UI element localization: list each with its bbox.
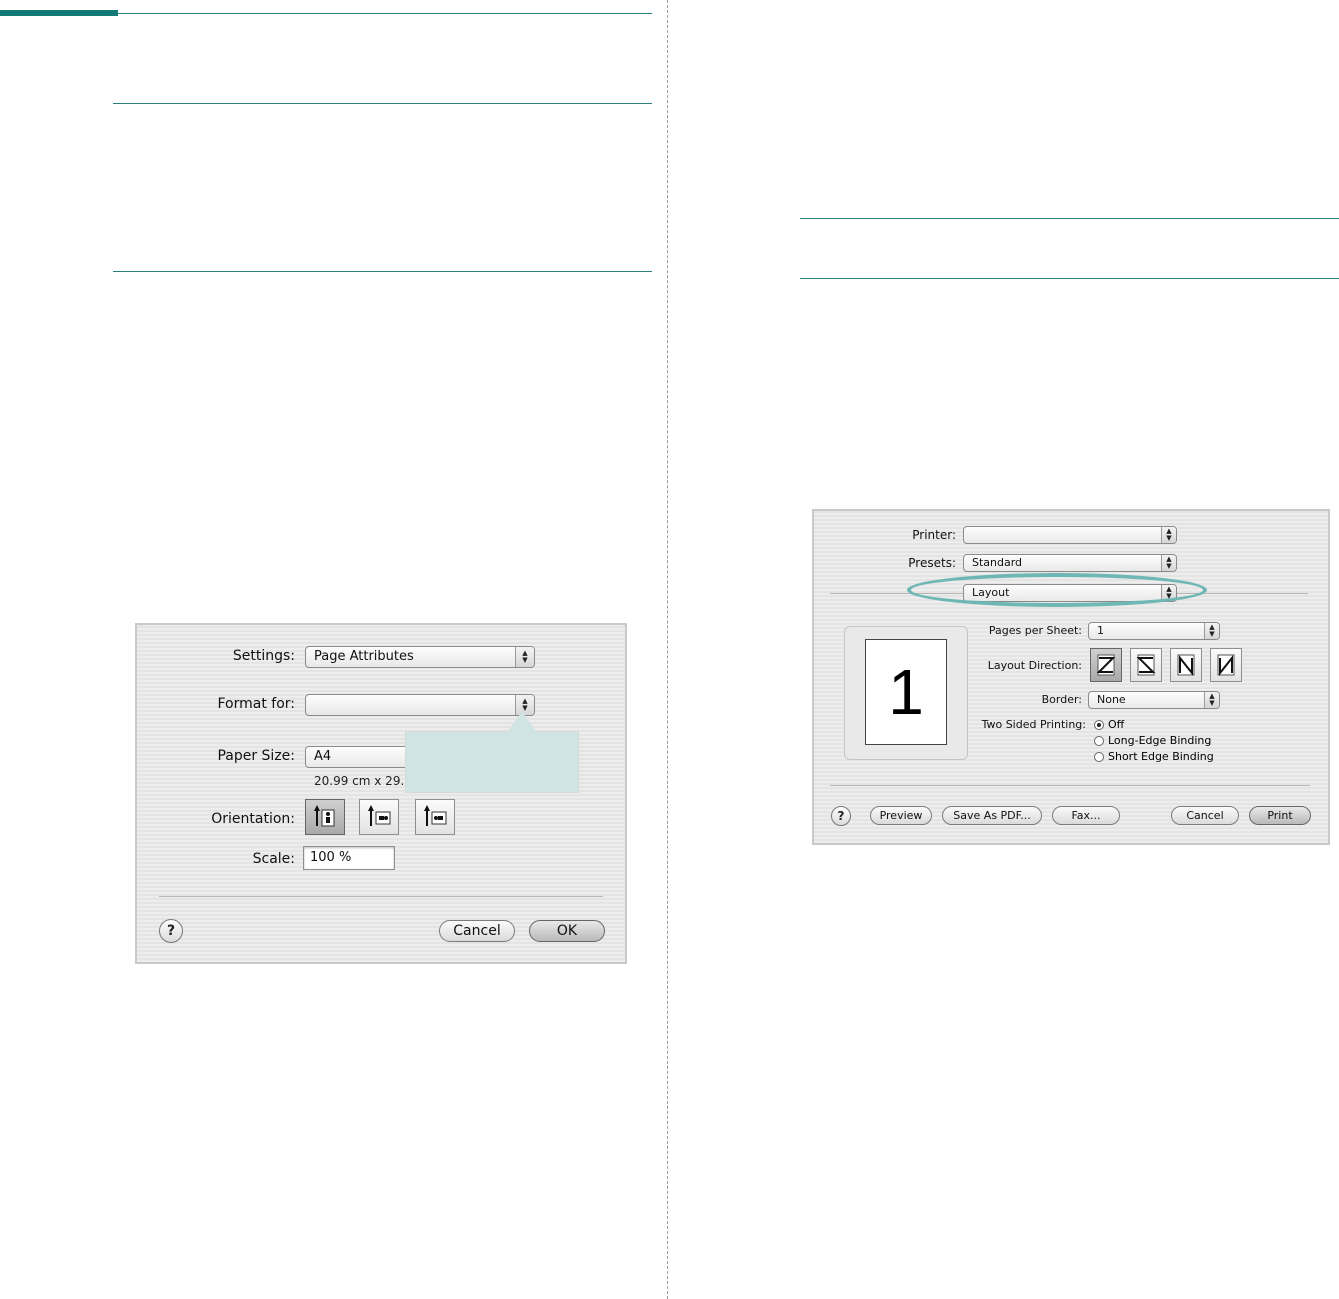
n-direction-icon: [1217, 654, 1235, 676]
format-for-label: Format for:: [217, 696, 295, 712]
settings-popup-value: Page Attributes: [314, 649, 414, 664]
presets-popup[interactable]: Standard ▲ ▼: [963, 554, 1177, 572]
border-popup[interactable]: None ▲ ▼: [1088, 691, 1220, 709]
border-label: Border:: [1041, 693, 1082, 706]
scale-input[interactable]: 100 %: [303, 846, 395, 870]
layout-direction-z-button[interactable]: [1090, 648, 1122, 682]
two-sided-option-off[interactable]: Off: [1094, 718, 1124, 731]
layout-direction-n-button[interactable]: [1210, 648, 1242, 682]
section-rule-3: [800, 218, 1339, 219]
popup-arrows-icon: ▲ ▼: [1161, 527, 1176, 543]
print-dialog: Printer: ▲ ▼ Presets: Standard ▲ ▼ Layout …: [812, 509, 1330, 845]
option-label: Long-Edge Binding: [1108, 734, 1212, 747]
dialog-separator: [830, 785, 1310, 786]
radio-selected-icon: [1094, 720, 1104, 730]
two-sided-option-long-edge[interactable]: Long-Edge Binding: [1094, 734, 1211, 747]
fax-button[interactable]: Fax...: [1052, 806, 1120, 825]
settings-label: Settings:: [232, 648, 295, 664]
header-accent-bar: [0, 10, 118, 16]
presets-label: Presets:: [908, 556, 956, 570]
column-divider: [667, 0, 668, 1299]
pages-per-sheet-popup[interactable]: 1 ▲ ▼: [1088, 622, 1220, 640]
two-sided-label: Two Sided Printing:: [981, 718, 1086, 731]
annotation-callout: [405, 731, 579, 793]
s-direction-icon: [1136, 654, 1156, 676]
callout-pointer: [507, 711, 537, 733]
option-label: Off: [1108, 718, 1125, 731]
format-for-popup[interactable]: ▲ ▼: [305, 694, 535, 716]
orientation-label: Orientation:: [211, 811, 295, 827]
two-sided-option-short-edge[interactable]: Short Edge Binding: [1094, 750, 1214, 763]
paper-dimensions-text: 20.99 cm x 29.: [314, 774, 405, 788]
printer-popup[interactable]: ▲ ▼: [963, 526, 1177, 544]
layout-direction-s-button[interactable]: [1130, 648, 1162, 682]
layout-direction-label: Layout Direction:: [987, 659, 1082, 672]
radio-icon: [1094, 752, 1104, 762]
section-rule-2: [113, 271, 652, 272]
header-rule: [118, 13, 652, 14]
popup-arrows-icon: ▲ ▼: [1204, 692, 1219, 708]
popup-arrows-icon: ▲ ▼: [1204, 623, 1219, 639]
cancel-button[interactable]: Cancel: [1171, 806, 1239, 825]
help-button[interactable]: ?: [159, 919, 183, 943]
radio-icon: [1094, 736, 1104, 746]
section-rule-1: [113, 103, 652, 104]
paper-size-label: Paper Size:: [217, 748, 295, 764]
orientation-landscape-right-button[interactable]: [415, 799, 455, 835]
highlight-ring: [907, 573, 1207, 607]
landscape-left-icon: [368, 805, 391, 826]
page-setup-dialog: Settings: Page Attributes ▲ ▼ Format for:…: [135, 623, 627, 964]
z-direction-icon: [1096, 654, 1116, 676]
section-rule-4: [800, 278, 1339, 279]
n-reverse-direction-icon: [1177, 654, 1195, 676]
save-as-pdf-button[interactable]: Save As PDF...: [942, 806, 1042, 825]
dialog-separator: [159, 896, 603, 897]
ok-button[interactable]: OK: [529, 920, 605, 942]
orientation-landscape-left-button[interactable]: [359, 799, 399, 835]
cancel-button[interactable]: Cancel: [439, 920, 515, 942]
layout-direction-n-reverse-button[interactable]: [1170, 648, 1202, 682]
border-value: None: [1097, 693, 1126, 706]
pages-per-sheet-value: 1: [1097, 624, 1104, 637]
print-button[interactable]: Print: [1249, 806, 1311, 825]
settings-popup[interactable]: Page Attributes ▲ ▼: [305, 646, 535, 668]
popup-arrows-icon: ▲ ▼: [1161, 555, 1176, 571]
pages-per-sheet-label: Pages per Sheet:: [988, 624, 1082, 637]
printer-label: Printer:: [912, 528, 956, 542]
preview-button[interactable]: Preview: [870, 806, 932, 825]
help-button[interactable]: ?: [831, 806, 851, 826]
landscape-right-icon: [424, 805, 447, 826]
option-label: Short Edge Binding: [1108, 750, 1214, 763]
orientation-portrait-button[interactable]: [305, 799, 345, 835]
presets-popup-value: Standard: [972, 556, 1023, 569]
scale-label: Scale:: [252, 851, 295, 867]
portrait-icon: [314, 805, 335, 827]
paper-size-popup-value: A4: [314, 749, 332, 764]
popup-arrows-icon: ▲ ▼: [515, 647, 534, 667]
